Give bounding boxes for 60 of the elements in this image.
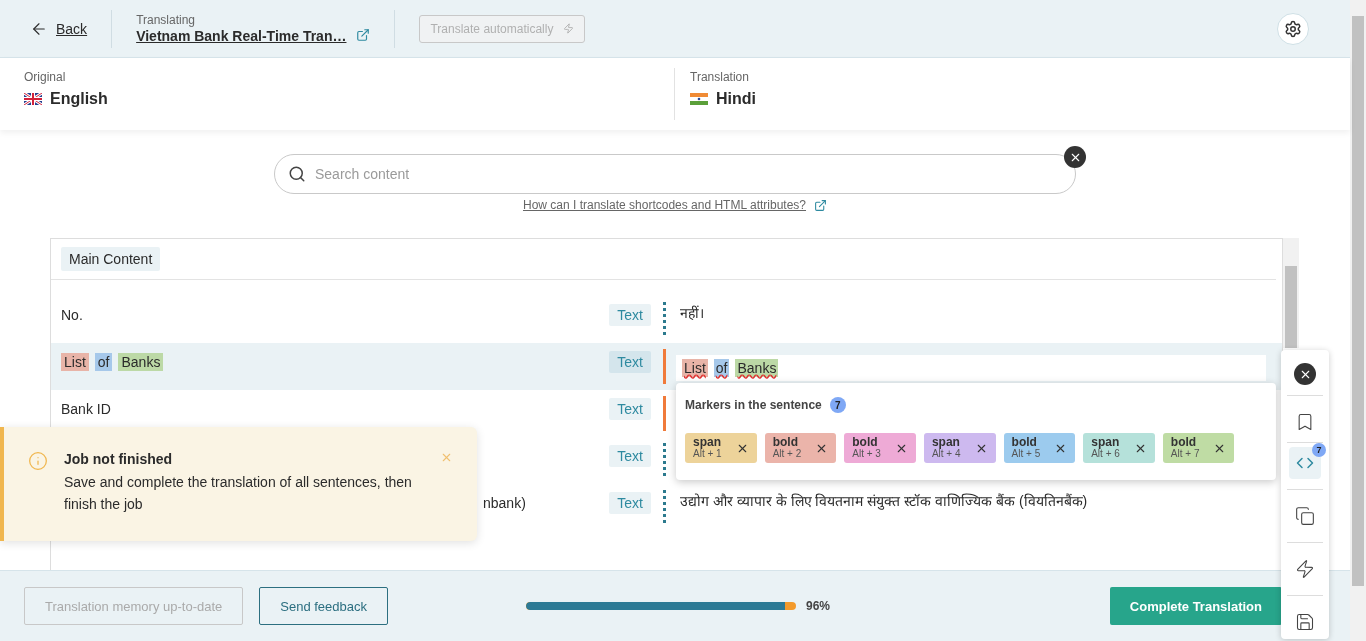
count-badge: 7 [829,397,846,413]
marker-chip[interactable]: span Alt + 4 [923,433,996,463]
type-tag: Text [609,492,651,514]
section-label: Main Content [61,247,161,271]
marker-chip[interactable]: span Alt + 6 [1083,433,1155,463]
uk-flag-icon [24,93,42,105]
translation-language: Hindi [716,90,756,108]
original-label: Original [24,70,67,84]
type-tag: Text [609,445,651,467]
type-tag: Text [609,351,651,373]
info-icon [28,451,48,471]
source-text: No. [61,306,83,324]
page-scrollbar[interactable] [1350,0,1366,641]
original-language: English [50,90,108,108]
back-link[interactable]: Back [30,9,113,48]
marker-chip[interactable]: bold Alt + 3 [844,433,916,463]
progress-reading: 96% [806,599,831,613]
external-link-icon[interactable] [814,198,827,212]
close-icon [440,451,453,464]
send-feedback-button[interactable]: Send feedback [259,587,388,625]
settings-icon [1284,19,1302,38]
search-field[interactable]: Search content [274,154,1076,194]
project-title-link[interactable]: Vietnam Bank Real-Time Tran… [136,27,347,44]
source-text: nbank) [483,494,526,512]
help-link[interactable]: How can I translate shortcodes and HTML attributes? [523,198,806,212]
marker-text: of [713,359,730,377]
marker-text: Banks [118,353,164,371]
marker-text: Banks [735,359,779,377]
scrollbar[interactable] [1283,238,1299,348]
close-button[interactable] [1294,363,1316,385]
selected-row[interactable]: List of Banks Text List of Banks [51,343,1282,390]
external-link-icon[interactable] [356,27,371,42]
marker-text: of [94,353,113,371]
translation-label: Translation [690,70,750,84]
copy-icon [1295,506,1315,526]
translation-text: उद्योग और व्यापार के लिए वियतनाम संयुक्त स्टॉक वाणिज्यिक बैंक (वियतिनबैंक) [680,493,1088,509]
marker-text: List [682,359,708,377]
clear-button[interactable] [1064,146,1086,168]
lightning-icon [563,23,575,34]
marker-chip[interactable]: bold Alt + 7 [1162,433,1235,463]
source-text: Bank ID [61,400,111,418]
type-tag: Text [609,304,651,326]
translating-label: Translating [136,12,197,27]
toast-title: Job not finished [64,451,174,467]
marker-chip[interactable]: bold Alt + 5 [1003,433,1076,463]
markers-button[interactable] [1289,447,1321,479]
type-tag: Text [609,398,651,420]
marker-text: List [61,353,89,371]
translation-text: नहीं। [680,305,704,321]
settings-button[interactable] [1277,12,1309,45]
toast-message: Save and complete the translation of all sentences, then finish the job [64,473,413,514]
india-flag-icon [690,93,708,105]
marker-chip[interactable]: span Alt + 1 [685,433,757,463]
save-icon [1295,612,1315,632]
search-icon [288,165,306,183]
marker-chip[interactable]: bold Alt + 2 [764,433,837,463]
lightning-icon [1295,559,1315,579]
count-badge: 7 [1312,443,1326,457]
popup-title: Markers in the sentence [685,398,822,412]
translation-editor[interactable]: List of Banks [676,355,1266,381]
